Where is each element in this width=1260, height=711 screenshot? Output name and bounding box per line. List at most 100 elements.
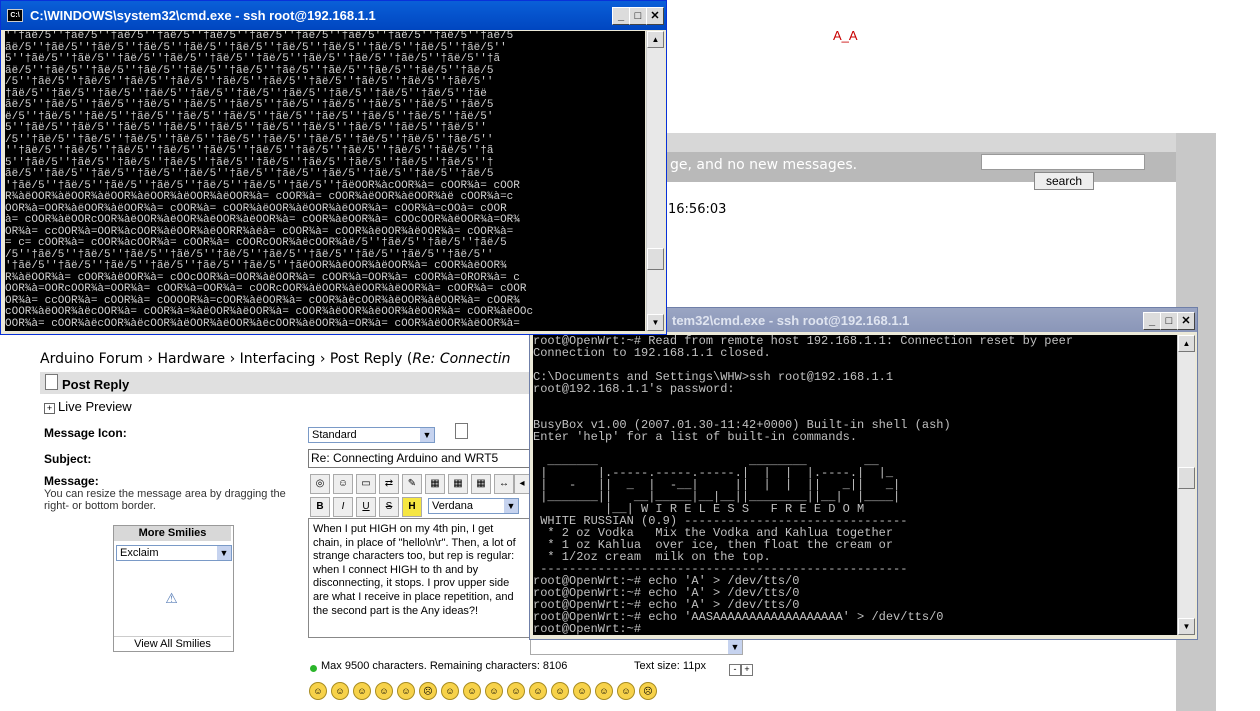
window-1-titlebar[interactable]: C:\ C:\WINDOWS\system32\cmd.exe - ssh ro… — [1, 1, 666, 30]
console-line: OOR¾à=OORcOOR¾à=OOR¾à= cOOR¾à=OOR¾à= cOO… — [5, 283, 527, 295]
smiley-icon[interactable]: ☹ — [639, 682, 657, 700]
warning-icon: ⚠ — [165, 590, 178, 606]
search-button[interactable]: search — [1034, 172, 1094, 190]
font-select[interactable]: Verdana ▼ — [428, 498, 519, 514]
smiley-icon[interactable]: ☺ — [595, 682, 613, 700]
unlink-icon[interactable]: ✎ — [402, 474, 422, 494]
smiley-icon[interactable]: ☺ — [353, 682, 371, 700]
message-area-resize-bar[interactable]: ▼ — [530, 639, 743, 655]
smiley-row: ☺ ☺ ☺ ☺ ☺ ☹ ☺ ☺ ☺ ☺ ☺ ☺ ☺ ☺ ☺ ☹ — [309, 682, 669, 700]
message-icon-select[interactable]: Standard ▼ — [308, 427, 435, 443]
smilies-category-select[interactable]: Exclaim ▼ — [116, 545, 232, 561]
annotation-text: A_A — [833, 28, 858, 43]
scroll-up-arrow-icon[interactable]: ▲ — [647, 31, 664, 48]
scroll-thumb[interactable] — [647, 248, 664, 270]
italic-button[interactable]: I — [333, 497, 353, 517]
message-hint: You can resize the message area by dragg… — [44, 488, 286, 512]
smiley-icon[interactable]: ☺ — [441, 682, 459, 700]
minimize-button[interactable]: _ — [1143, 312, 1161, 330]
close-button[interactable]: ✕ — [646, 7, 664, 25]
table-row-icon[interactable]: ▦ — [448, 474, 468, 494]
table-col-icon[interactable]: ▦ — [471, 474, 491, 494]
maximize-button[interactable]: □ — [1160, 312, 1178, 330]
maximize-button[interactable]: □ — [629, 7, 647, 25]
console-line: '†ãë/5''†ãë/5''†ãë/5''†ãë/5''†ãë/5''†ãë/… — [5, 260, 507, 272]
console-output-1[interactable]: ''†ãë/5''†ãë/5''†ãë/5''†ãë/5''†ãë/5''†ãë… — [5, 31, 645, 331]
text-size-minus-button[interactable]: - — [729, 664, 741, 676]
table-icon[interactable]: ▦ — [425, 474, 445, 494]
smiley-icon[interactable]: ☺ — [331, 682, 349, 700]
minimize-button[interactable]: _ — [612, 7, 630, 25]
smiley-icon[interactable]: ☺ — [573, 682, 591, 700]
breadcrumb-topic: Re: Connectin — [412, 351, 511, 367]
close-button[interactable]: ✕ — [1177, 312, 1195, 330]
smiley-icon[interactable]: ☺ — [485, 682, 503, 700]
smiley-icon[interactable]: ☺ — [375, 682, 393, 700]
smiley-icon[interactable]: ☺ — [397, 682, 415, 700]
view-all-smilies-link[interactable]: View All Smilies — [114, 636, 231, 650]
image-icon[interactable]: ▭ — [356, 474, 376, 494]
console-line: ''†ãë/5''†ãë/5''†ãë/5''†ãë/5''†ãë/5''†ãë… — [5, 145, 494, 157]
console-1-scrollbar[interactable]: ▲ ▼ — [646, 31, 664, 331]
hr-icon[interactable]: ↔ — [494, 474, 514, 494]
scroll-up-arrow-icon[interactable]: ▲ — [1178, 335, 1195, 352]
status-dot-icon — [310, 665, 317, 672]
smiley-icon[interactable]: ☺ — [551, 682, 569, 700]
time-display: 16:56:03 — [668, 202, 727, 217]
breadcrumb-forum[interactable]: Arduino Forum — [40, 351, 143, 367]
console-line: 5''†ãë/5''†ãë/5''†ãë/5''†ãë/5''†ãë/5''†ã… — [5, 122, 487, 134]
smiley-icon[interactable]: ☺ — [309, 682, 327, 700]
window-1-title: C:\WINDOWS\system32\cmd.exe - ssh root@1… — [30, 8, 376, 23]
strike-button[interactable]: S — [379, 497, 399, 517]
smiley-icon[interactable]: ☹ — [419, 682, 437, 700]
link-icon[interactable]: ⇄ — [379, 474, 399, 494]
console-line: 5''†ãë/5''†ãë/5''†ãë/5''†ãë/5''†ãë/5''†ã… — [5, 53, 501, 65]
bold-button[interactable]: B — [310, 497, 330, 517]
subject-label: Subject: — [44, 452, 92, 466]
breadcrumb-separator: › — [319, 351, 326, 367]
message-icon-preview-icon — [455, 423, 468, 439]
console-window-1: C:\ C:\WINDOWS\system32\cmd.exe - ssh ro… — [0, 0, 667, 335]
speaker-icon[interactable]: ◂ — [514, 474, 530, 494]
console-output-2[interactable]: root@OpenWrt:~# Read from remote host 19… — [533, 335, 1177, 635]
highlight-button[interactable]: H — [402, 497, 422, 517]
smiley-icon[interactable]: ☺ — [617, 682, 635, 700]
text-size-label: Text size: 11px — [634, 660, 706, 672]
console-line: ãë/5''†ãë/5''†ãë/5''†ãë/5''†ãë/5''†ãë/5'… — [5, 99, 494, 111]
smiley-icon[interactable]: ☺ — [507, 682, 525, 700]
console-line: cOOR¾àëOOR¾àëcOOR¾à= cOOR¾à=¾àëOOR¾àëOOR… — [5, 306, 534, 318]
console-2-scrollbar[interactable]: ▲ ▼ — [1177, 335, 1195, 635]
scroll-down-arrow-icon[interactable]: ▼ — [647, 314, 664, 331]
breadcrumb-interfacing[interactable]: Interfacing — [240, 351, 316, 367]
scroll-down-arrow-icon[interactable]: ▼ — [1178, 618, 1195, 635]
expand-icon: + — [44, 403, 55, 414]
console-line: /5''†ãë/5''†ãë/5''†ãë/5''†ãë/5''†ãë/5''†… — [5, 76, 494, 88]
message-label: Message: — [44, 474, 99, 488]
underline-button[interactable]: U — [356, 497, 376, 517]
search-input[interactable] — [981, 154, 1145, 170]
smilies-title: More Smilies — [114, 526, 231, 541]
post-reply-title: Post Reply — [62, 377, 130, 392]
text-size-plus-button[interactable]: + — [741, 664, 753, 676]
message-textarea[interactable]: When I put HIGH on my 4th pin, I get cha… — [308, 518, 530, 638]
console-line: ãë/5''†ãë/5''†ãë/5''†ãë/5''†ãë/5''†ãë/5'… — [5, 168, 494, 180]
window-2-title: tem32\cmd.exe - ssh root@192.168.1.1 — [672, 313, 910, 328]
chevron-down-icon: ▼ — [420, 428, 434, 442]
breadcrumb-hardware[interactable]: Hardware — [158, 351, 226, 367]
console-line: root@192.168.1.1's password: — [533, 382, 735, 396]
globe-icon[interactable]: ◎ — [310, 474, 330, 494]
subject-input[interactable]: Re: Connecting Arduino and WRT5 — [308, 449, 534, 468]
font-select-value: Verdana — [432, 500, 473, 512]
message-icon-value: Standard — [312, 429, 357, 441]
smiley-icon[interactable]: ☺ — [463, 682, 481, 700]
console-line: root@OpenWrt:~# — [533, 622, 642, 635]
smiley-icon[interactable]: ☺ — [333, 474, 353, 494]
console-line: Enter 'help' for a list of built-in comm… — [533, 430, 858, 444]
live-preview-label: Live Preview — [58, 399, 132, 414]
scroll-thumb[interactable] — [1178, 467, 1195, 489]
live-preview-toggle[interactable]: + Live Preview — [44, 399, 132, 414]
breadcrumb-separator: › — [229, 351, 236, 367]
console-line: à= cOOR¾àëOORcOOR¾àëOOR¾àëOOR¾àëOOR¾àëOO… — [5, 214, 520, 226]
smiley-icon[interactable]: ☺ — [529, 682, 547, 700]
